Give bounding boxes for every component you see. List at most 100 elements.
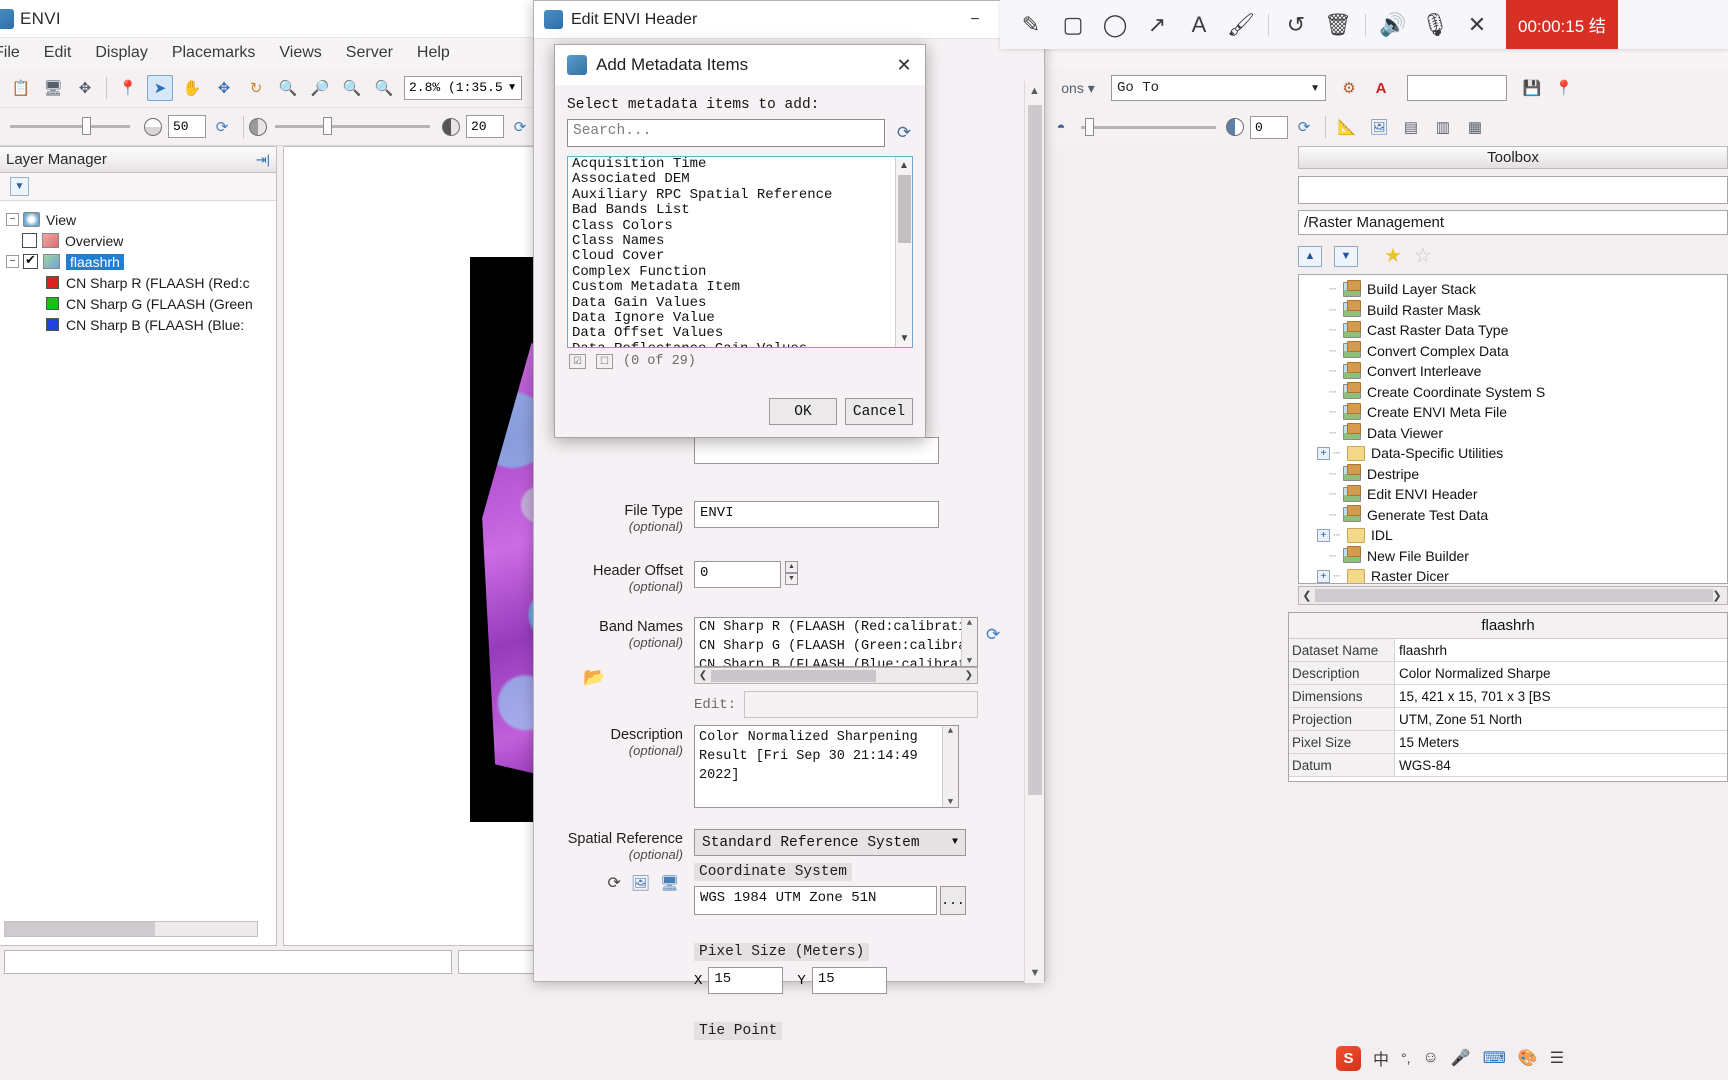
import-from-view-icon[interactable]: 🖥: [660, 875, 679, 893]
add-favorite-star-icon[interactable]: ★: [1384, 246, 1402, 266]
menu-help[interactable]: Help: [405, 42, 462, 64]
toolbox-item-new-file-builder[interactable]: ┄ New File Builder: [1299, 546, 1727, 567]
coordinate-input[interactable]: [1407, 75, 1507, 101]
description-vscrollbar[interactable]: ▲ ▼: [942, 726, 958, 807]
metadata-list-vscrollbar[interactable]: ▲ ▼: [895, 157, 912, 347]
band-names-listbox[interactable]: CN Sharp R (FLAASH (Red:calibrati CN Sha…: [694, 617, 978, 667]
toolbox-search-input[interactable]: [1298, 176, 1728, 204]
toolbox-item-edit-envi-header[interactable]: ┄ Edit ENVI Header: [1299, 484, 1727, 505]
zoom-level-combo[interactable]: 2.8% (1:35.5 ▼: [404, 75, 522, 100]
recording-timer[interactable]: 00:00:15 结: [1506, 0, 1618, 49]
skin-icon[interactable]: 🎨: [1518, 1048, 1538, 1068]
band-names-refresh-icon[interactable]: ⟳: [986, 625, 1000, 645]
description-textarea[interactable]: Color Normalized Sharpening Result [Fri …: [694, 725, 959, 808]
move-down-icon[interactable]: ▼: [1334, 245, 1358, 267]
stretch-slider-knob[interactable]: [1085, 117, 1094, 136]
stretch-reset-icon[interactable]: ⟳: [1291, 114, 1317, 140]
scroll-up-icon[interactable]: ▲: [896, 157, 912, 174]
save-icon[interactable]: 💾: [1519, 75, 1545, 101]
import-from-file-icon[interactable]: 🖼: [631, 875, 650, 893]
sogou-logo-icon[interactable]: S: [1336, 1045, 1361, 1071]
band-name-row[interactable]: CN Sharp R (FLAASH (Red:calibrati: [695, 618, 977, 637]
toolbox-item-generate-test-data[interactable]: ┄ Generate Test Data: [1299, 505, 1727, 526]
pixel-x-input[interactable]: 15: [708, 967, 784, 994]
close-icon[interactable]: ✕: [1456, 4, 1498, 46]
cancel-button[interactable]: Cancel: [845, 398, 913, 425]
deselect-all-icon[interactable]: ☐: [596, 354, 613, 369]
options-menu-icon[interactable]: ons ▾: [1048, 75, 1108, 101]
close-icon[interactable]: ✕: [891, 55, 917, 76]
speaker-icon[interactable]: 🔊: [1372, 4, 1414, 46]
move-icon[interactable]: ✥: [211, 75, 237, 101]
pixel-y-input[interactable]: 15: [811, 967, 887, 994]
header-offset-input[interactable]: 0: [694, 561, 781, 588]
measure-ruler-icon[interactable]: 📐: [1334, 114, 1360, 140]
metadata-item[interactable]: Class Colors: [568, 218, 912, 234]
grayscale-icon[interactable]: ▤: [1398, 114, 1424, 140]
scroll-up-icon[interactable]: ▲: [967, 618, 972, 628]
expander-icon[interactable]: −: [6, 255, 19, 268]
zoom-out-icon[interactable]: 🔍: [339, 75, 365, 101]
band-name-row[interactable]: CN Sharp B (FLAASH (Blue:calibrat: [695, 656, 977, 666]
ime-mode-label[interactable]: 中: [1373, 1046, 1389, 1070]
metadata-item[interactable]: Associated DEM: [568, 171, 912, 187]
placemark-pin-icon[interactable]: 📍: [115, 75, 141, 101]
rotate-icon[interactable]: ↻: [243, 75, 269, 101]
scroll-right-icon[interactable]: ❯: [876, 670, 977, 681]
arrow-icon[interactable]: ↗: [1136, 4, 1178, 46]
scroll-down-icon[interactable]: ▼: [896, 330, 912, 347]
metadata-item[interactable]: Cloud Cover: [568, 249, 912, 265]
toolbox-item-build-raster-mask[interactable]: ┄ Build Raster Mask: [1299, 300, 1727, 321]
zoom-in-icon[interactable]: 🔎: [307, 75, 333, 101]
square-icon[interactable]: ▢: [1052, 4, 1094, 46]
expand-plus-icon[interactable]: +: [1317, 569, 1330, 583]
toolbox-item-cast-raster-data-type[interactable]: ┄ Cast Raster Data Type: [1299, 320, 1727, 341]
scroll-up-icon[interactable]: ▲: [948, 726, 953, 736]
circle-icon[interactable]: ◯: [1094, 4, 1136, 46]
pan-crosshair-icon[interactable]: ✥: [72, 75, 98, 101]
undo-icon[interactable]: ↺: [1275, 4, 1317, 46]
menu-edit[interactable]: Edit: [32, 42, 84, 64]
ime-menu-icon[interactable]: ☰: [1550, 1048, 1564, 1068]
flaashrh-checkbox[interactable]: [23, 252, 38, 269]
metadata-item[interactable]: Data Offset Values: [568, 326, 912, 342]
scrollbar-thumb[interactable]: [1315, 589, 1713, 602]
brightness-reset-icon[interactable]: ⟳: [507, 114, 533, 140]
partial-field-input[interactable]: [694, 437, 939, 464]
toolbox-item-build-layer-stack[interactable]: ┄ Build Layer Stack: [1299, 279, 1727, 300]
folder-open-icon[interactable]: 📂: [534, 667, 683, 688]
highlighter-icon[interactable]: 🖌: [1220, 4, 1262, 46]
metadata-item[interactable]: Acquisition Time: [568, 157, 912, 172]
zoom-fit-icon[interactable]: 🔍: [275, 75, 301, 101]
expand-plus-icon[interactable]: +: [1317, 528, 1330, 542]
hand-pan-icon[interactable]: ✋: [179, 75, 205, 101]
menu-display[interactable]: Display: [83, 42, 159, 64]
overview-checkbox[interactable]: [22, 233, 37, 248]
goto-combo[interactable]: Go To ▼: [1111, 75, 1326, 101]
band-name-row[interactable]: CN Sharp G (FLAASH (Green:calibra: [695, 637, 977, 656]
scrollbar-thumb[interactable]: [898, 175, 911, 243]
brightness-slider[interactable]: [275, 117, 430, 135]
pin-icon[interactable]: 📍: [1551, 75, 1577, 101]
metadata-item[interactable]: Custom Metadata Item: [568, 279, 912, 295]
toolbox-item-create-envi-meta-file[interactable]: ┄ Create ENVI Meta File: [1299, 402, 1727, 423]
toolbox-item-data-specific-utilities[interactable]: + ┄ Data-Specific Utilities: [1299, 443, 1727, 464]
text-icon[interactable]: A: [1178, 4, 1220, 46]
annotation-a-icon[interactable]: A: [1368, 75, 1394, 101]
open-file-icon[interactable]: 📋: [8, 75, 34, 101]
transparency-value[interactable]: 50: [168, 115, 206, 138]
band-names-hscrollbar[interactable]: ❮ ❯: [694, 667, 978, 684]
metadata-item[interactable]: Class Names: [568, 233, 912, 249]
panel-dock-icon[interactable]: ⇥|: [256, 152, 270, 168]
metadata-item[interactable]: Data Gain Values: [568, 295, 912, 311]
metadata-item[interactable]: Complex Function: [568, 264, 912, 280]
metadata-item[interactable]: Data Ignore Value: [568, 310, 912, 326]
emoji-icon[interactable]: ☺: [1423, 1049, 1439, 1067]
transparency-slider[interactable]: [10, 117, 130, 135]
toolbox-item-raster-dicer[interactable]: + ┄ Raster Dicer: [1299, 566, 1727, 583]
brightness-value[interactable]: 20: [466, 115, 504, 138]
stretch-value[interactable]: 0: [1250, 115, 1288, 139]
trash-icon[interactable]: 🗑: [1317, 4, 1359, 46]
remove-favorite-star-icon[interactable]: ☆: [1414, 246, 1432, 266]
move-up-icon[interactable]: ▲: [1298, 245, 1322, 267]
